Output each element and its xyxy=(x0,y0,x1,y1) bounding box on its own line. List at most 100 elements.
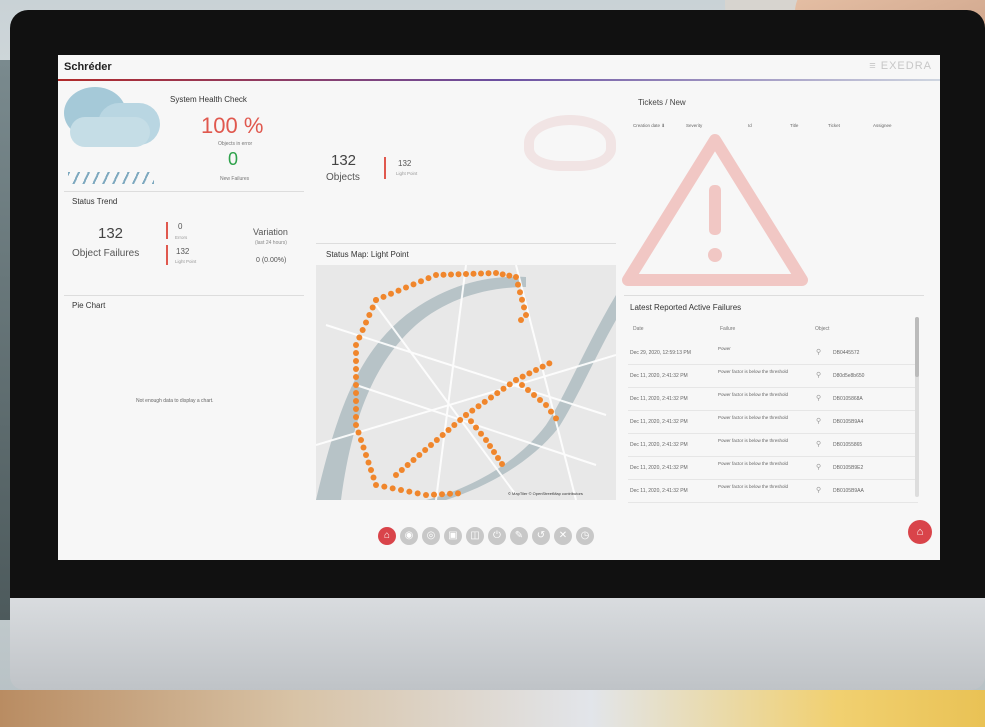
home-icon[interactable]: ⌂ xyxy=(378,527,396,545)
light-point-marker[interactable] xyxy=(388,290,394,297)
light-point-marker[interactable] xyxy=(478,430,484,437)
light-point-marker[interactable] xyxy=(369,304,376,311)
failure-object-id[interactable]: DB0105B9E2 xyxy=(833,465,863,471)
light-point-marker[interactable] xyxy=(355,429,362,436)
light-point-marker[interactable] xyxy=(485,270,492,277)
failure-object-id[interactable]: DB0445572 xyxy=(833,350,859,356)
light-point-marker[interactable] xyxy=(506,272,513,279)
light-point-marker[interactable] xyxy=(451,422,458,428)
light-point-marker[interactable] xyxy=(457,417,464,423)
light-point-marker[interactable] xyxy=(488,394,494,401)
light-point-marker[interactable] xyxy=(478,270,484,277)
light-point-marker[interactable] xyxy=(519,373,526,380)
light-point-marker[interactable] xyxy=(519,382,525,388)
light-point-marker[interactable] xyxy=(353,358,359,364)
light-point-marker[interactable] xyxy=(416,452,423,458)
light-point-marker[interactable] xyxy=(469,407,476,414)
failures-col-object[interactable]: Object xyxy=(815,326,829,332)
light-point-marker[interactable] xyxy=(499,271,506,278)
light-point-marker[interactable] xyxy=(495,455,501,461)
light-point-marker[interactable] xyxy=(423,492,429,498)
light-point-marker[interactable] xyxy=(523,312,529,318)
light-point-marker[interactable] xyxy=(353,342,359,348)
tickets-col-creation-date[interactable]: Creation date ⬇ xyxy=(633,123,665,129)
light-point-marker[interactable] xyxy=(463,412,469,418)
light-point-marker[interactable] xyxy=(433,272,439,278)
light-point-marker[interactable] xyxy=(359,327,366,333)
failure-object-id[interactable]: DB0105B9A4 xyxy=(833,419,863,425)
light-point-marker[interactable] xyxy=(353,374,359,380)
light-point-marker[interactable] xyxy=(439,432,446,438)
light-point-marker[interactable] xyxy=(398,487,404,493)
light-point-marker[interactable] xyxy=(428,442,434,448)
light-point-marker[interactable] xyxy=(517,289,523,296)
light-point-marker[interactable] xyxy=(389,485,396,492)
light-point-marker[interactable] xyxy=(483,437,489,443)
light-point-marker[interactable] xyxy=(533,367,539,373)
clock-icon[interactable]: ◷ xyxy=(576,527,594,545)
light-point-marker[interactable] xyxy=(363,319,369,326)
failure-object-id[interactable]: D80d5e8b650 xyxy=(833,373,864,379)
status-map[interactable] xyxy=(316,265,616,500)
light-point-marker[interactable] xyxy=(481,398,488,405)
light-point-marker[interactable] xyxy=(410,457,417,463)
light-point-marker[interactable] xyxy=(513,377,519,383)
tickets-col-severity[interactable]: Severity xyxy=(686,123,702,128)
light-point-marker[interactable] xyxy=(455,490,461,497)
light-point-marker[interactable] xyxy=(353,406,359,412)
light-point-marker[interactable] xyxy=(445,427,452,433)
map-pin-icon[interactable]: ⚲ xyxy=(816,463,821,471)
light-point-marker[interactable] xyxy=(410,281,417,288)
table-row[interactable]: Dec 29, 2020, 12:59:13 PM Power ⚲ DB0445… xyxy=(628,343,918,365)
light-point-marker[interactable] xyxy=(447,490,453,497)
light-point-marker[interactable] xyxy=(487,443,493,449)
light-point-marker[interactable] xyxy=(525,387,531,393)
light-point-marker[interactable] xyxy=(499,461,505,467)
light-point-marker[interactable] xyxy=(353,422,359,428)
tickets-col-assignee[interactable]: Assignee xyxy=(873,123,892,128)
light-point-marker[interactable] xyxy=(468,418,474,425)
light-point-marker[interactable] xyxy=(425,275,432,282)
table-row[interactable]: Dec 11, 2020, 2:41:32 PM Power factor is… xyxy=(628,481,918,503)
light-point-marker[interactable] xyxy=(500,385,507,392)
tickets-col-ticket[interactable]: Ticket xyxy=(828,123,840,128)
light-point-marker[interactable] xyxy=(439,491,445,498)
light-point-marker[interactable] xyxy=(433,437,440,443)
light-point-marker[interactable] xyxy=(470,270,477,277)
light-point-marker[interactable] xyxy=(360,444,367,451)
light-point-marker[interactable] xyxy=(475,403,482,410)
light-point-marker[interactable] xyxy=(363,452,369,458)
light-point-marker[interactable] xyxy=(543,402,549,408)
map-pin-icon[interactable]: ⚲ xyxy=(816,486,821,494)
light-point-marker[interactable] xyxy=(404,462,411,468)
light-point-marker[interactable] xyxy=(353,350,359,356)
light-point-marker[interactable] xyxy=(381,483,388,490)
light-point-marker[interactable] xyxy=(403,284,409,291)
failures-col-date[interactable]: Date xyxy=(633,326,644,332)
light-point-marker[interactable] xyxy=(353,414,359,420)
light-point-marker[interactable] xyxy=(406,488,413,495)
light-point-marker[interactable] xyxy=(395,287,402,294)
dock-icon-3[interactable]: ◎ xyxy=(422,527,440,545)
dock-icon-2[interactable]: ◉ xyxy=(400,527,418,545)
map-pin-icon[interactable]: ⚲ xyxy=(816,371,821,379)
light-point-marker[interactable] xyxy=(353,390,359,396)
light-point-marker[interactable] xyxy=(353,398,359,404)
failure-object-id[interactable]: DB0105868A xyxy=(833,396,863,402)
failures-scrollbar[interactable] xyxy=(915,317,919,497)
light-point-marker[interactable] xyxy=(546,360,553,367)
light-point-marker[interactable] xyxy=(370,474,377,481)
light-point-marker[interactable] xyxy=(539,363,546,370)
light-point-marker[interactable] xyxy=(365,459,372,466)
light-point-marker[interactable] xyxy=(448,271,454,278)
dock-icon-5[interactable]: ◫ xyxy=(466,527,484,545)
light-point-marker[interactable] xyxy=(455,271,462,278)
power-icon[interactable]: ⏻ xyxy=(488,527,506,545)
app-menu[interactable]: ≡ EXEDRA xyxy=(869,60,932,72)
light-point-marker[interactable] xyxy=(473,424,479,431)
tickets-col-id[interactable]: Id xyxy=(748,123,752,128)
light-point-marker[interactable] xyxy=(491,449,497,455)
dock-icon-4[interactable]: ▣ xyxy=(444,527,462,545)
light-point-marker[interactable] xyxy=(353,366,359,372)
light-point-marker[interactable] xyxy=(373,482,379,488)
